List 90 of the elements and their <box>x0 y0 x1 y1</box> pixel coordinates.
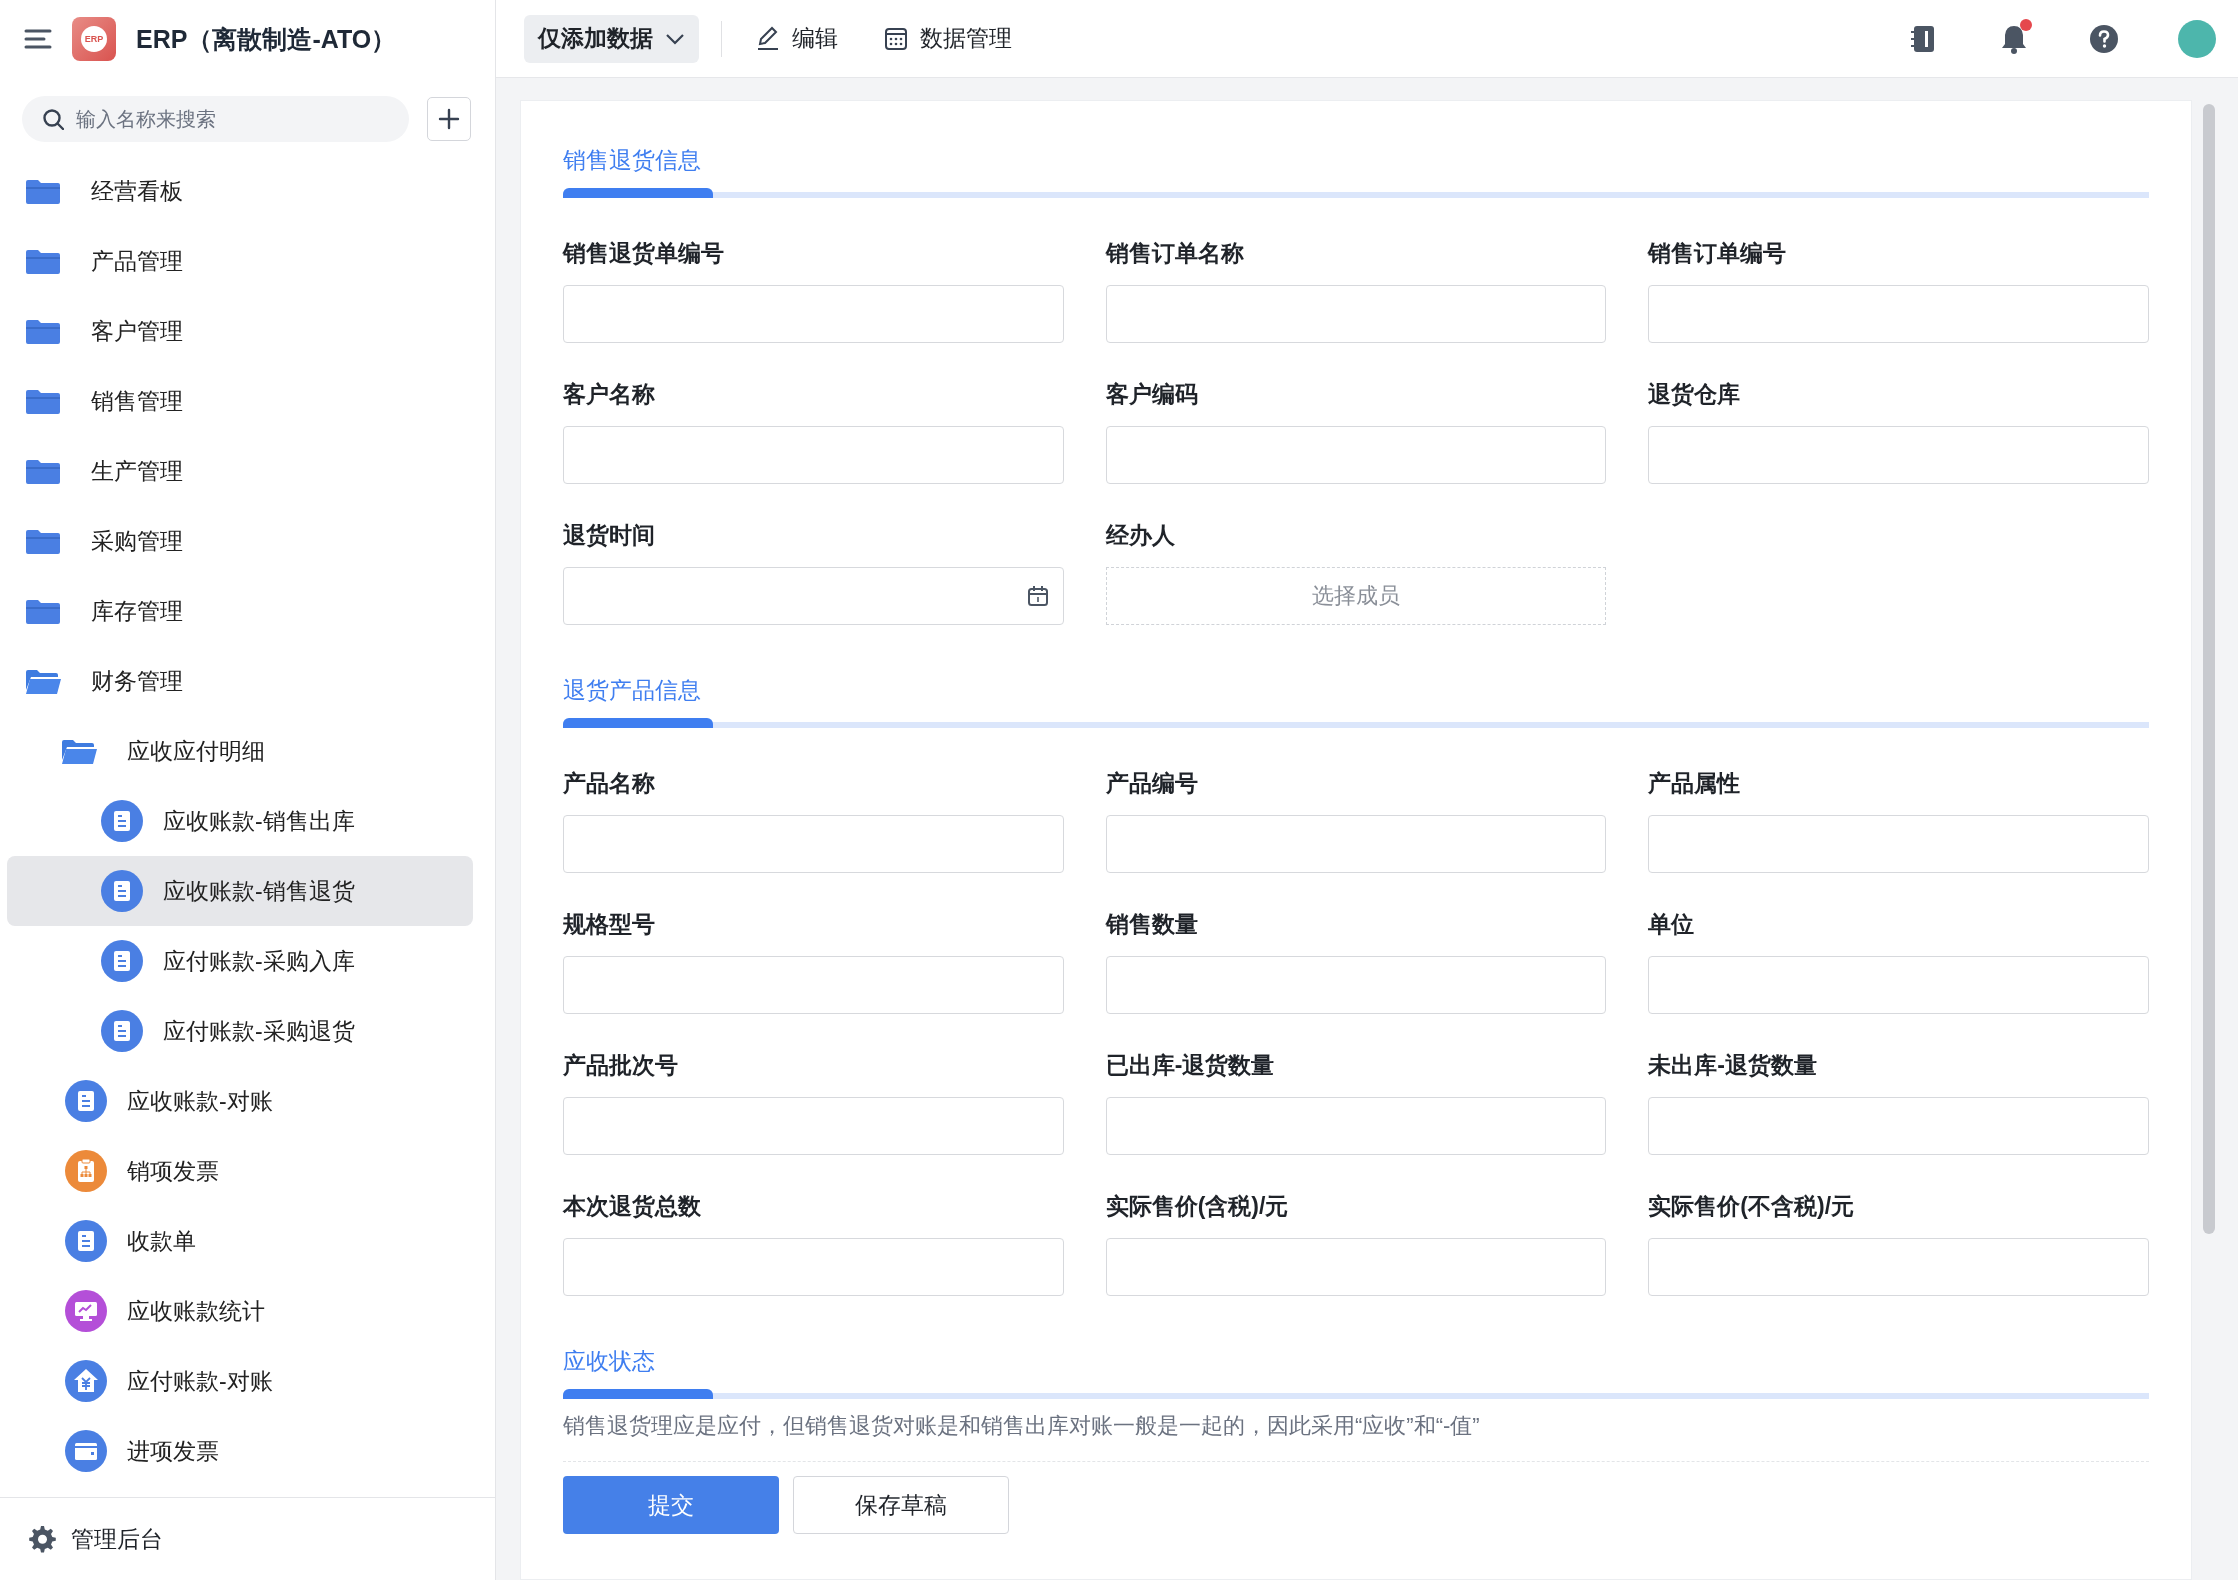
folder-icon <box>25 247 61 275</box>
mode-dropdown[interactable]: 仅添加数据 <box>524 14 699 63</box>
folder-icon <box>25 527 61 555</box>
input-field[interactable] <box>563 1097 1064 1155</box>
section-title: 销售退货信息 <box>563 146 702 175</box>
note-text: 销售退货理应是应付，但销售退货对账是和销售出库对账一般是一起的，因此采用“应收”和“-值” <box>563 1411 2149 1462</box>
field-label: 单位 <box>1648 910 1696 939</box>
field-label: 客户编码 <box>1105 380 1199 409</box>
nav-item[interactable]: 收款单 <box>7 1206 473 1276</box>
field-label: 未出库-退货数量 <box>1648 1051 1818 1080</box>
app-title: ERP（离散制造-ATO） <box>136 23 397 55</box>
nav-item[interactable]: 经营看板 <box>7 156 473 226</box>
date-field[interactable] <box>563 567 1064 625</box>
nav-item[interactable]: 应收账款统计 <box>7 1276 473 1346</box>
input-field[interactable] <box>1105 815 1607 873</box>
section-title: 应收状态 <box>563 1347 656 1376</box>
calendar-grid-icon <box>884 26 908 51</box>
nav-item[interactable]: 应收账款-销售退货 <box>7 856 473 926</box>
nav-item[interactable]: 采购管理 <box>7 506 473 576</box>
nav-item[interactable]: 进项发票 <box>7 1416 473 1486</box>
section-title: 退货产品信息 <box>563 676 702 705</box>
settings-icon <box>28 1524 57 1554</box>
scrollbar[interactable] <box>2203 104 2215 1234</box>
field-label: 规格型号 <box>563 910 656 939</box>
field-label: 销售订单名称 <box>1105 239 1245 268</box>
nav-item[interactable]: 应付账款-采购入库 <box>7 926 473 996</box>
folder-icon <box>25 457 61 485</box>
nav-item[interactable]: 产品管理 <box>7 226 473 296</box>
input-field[interactable] <box>1648 426 2149 484</box>
nav-item[interactable]: 应付账款-采购退货 <box>7 996 473 1066</box>
input-field[interactable] <box>563 285 1064 343</box>
menu-icon[interactable] <box>24 28 52 50</box>
field-label: 经办人 <box>1105 521 1176 550</box>
avatar[interactable] <box>2178 19 2216 58</box>
pencil-icon <box>756 26 780 51</box>
field-label: 产品属性 <box>1648 769 1742 798</box>
folder-icon <box>25 597 61 625</box>
field-label: 实际售价(含税)/元 <box>1105 1192 1290 1221</box>
input-field[interactable] <box>1648 956 2149 1014</box>
field-label: 本次退货总数 <box>563 1192 702 1221</box>
input-field[interactable] <box>1648 1097 2149 1155</box>
nav-item[interactable]: 财务管理 <box>7 646 473 716</box>
input-field[interactable] <box>1648 285 2149 343</box>
field-label: 实际售价(不含税)/元 <box>1648 1192 1856 1221</box>
field-label: 已出库-退货数量 <box>1105 1051 1276 1080</box>
folder-icon <box>25 317 61 345</box>
nav-item[interactable]: 销项发票 <box>7 1136 473 1206</box>
open-folder-icon <box>25 667 62 695</box>
app-logo: ERP <box>72 17 116 61</box>
input-field[interactable] <box>1105 1097 1607 1155</box>
nav-item[interactable]: 应收账款-销售出库 <box>7 786 473 856</box>
input-field[interactable] <box>563 815 1064 873</box>
field-label: 客户名称 <box>563 380 656 409</box>
add-button[interactable] <box>427 97 471 141</box>
field-label: 产品批次号 <box>563 1051 679 1080</box>
nav-item[interactable]: 库存管理 <box>7 576 473 646</box>
nav-item[interactable]: 客户管理 <box>7 296 473 366</box>
submit-button[interactable]: 提交 <box>563 1476 779 1534</box>
nav-item[interactable]: 应收账款-对账 <box>7 1066 473 1136</box>
nav-item[interactable]: 销售管理 <box>7 366 473 436</box>
input-field[interactable] <box>1105 426 1607 484</box>
edit-button[interactable]: 编辑 <box>744 23 850 54</box>
open-folder-icon <box>61 737 98 765</box>
plus-icon <box>438 108 460 130</box>
input-field[interactable] <box>1105 285 1607 343</box>
admin-link[interactable]: 管理后台 <box>0 1497 495 1580</box>
field-label: 销售数量 <box>1105 910 1199 939</box>
nav-item[interactable]: 生产管理 <box>7 436 473 506</box>
field-label: 销售退货单编号 <box>563 239 725 268</box>
help-icon[interactable] <box>2088 22 2120 55</box>
calendar-icon <box>1026 585 1049 607</box>
nav-item[interactable]: 应付账款-对账 <box>7 1346 473 1416</box>
field-label: 退货仓库 <box>1648 380 1742 409</box>
field-label: 销售订单编号 <box>1648 239 1788 268</box>
input-field[interactable] <box>563 426 1064 484</box>
field-label: 退货时间 <box>563 521 656 550</box>
input-field[interactable] <box>563 1238 1064 1296</box>
data-management-button[interactable]: 数据管理 <box>872 23 1024 54</box>
input-field[interactable] <box>1648 1238 2149 1296</box>
input-field[interactable] <box>563 956 1064 1014</box>
nav-item[interactable]: 应收应付明细 <box>7 716 473 786</box>
folder-icon <box>25 177 61 205</box>
input-field[interactable] <box>1105 1238 1607 1296</box>
search-field[interactable]: 输入名称来搜索 <box>22 96 409 142</box>
folder-icon <box>25 387 61 415</box>
field-label: 产品编号 <box>1105 769 1199 798</box>
save-draft-button[interactable]: 保存草稿 <box>793 1476 1009 1534</box>
input-field[interactable] <box>1105 956 1607 1014</box>
field-label: 产品名称 <box>563 769 656 798</box>
input-field[interactable] <box>1648 815 2149 873</box>
